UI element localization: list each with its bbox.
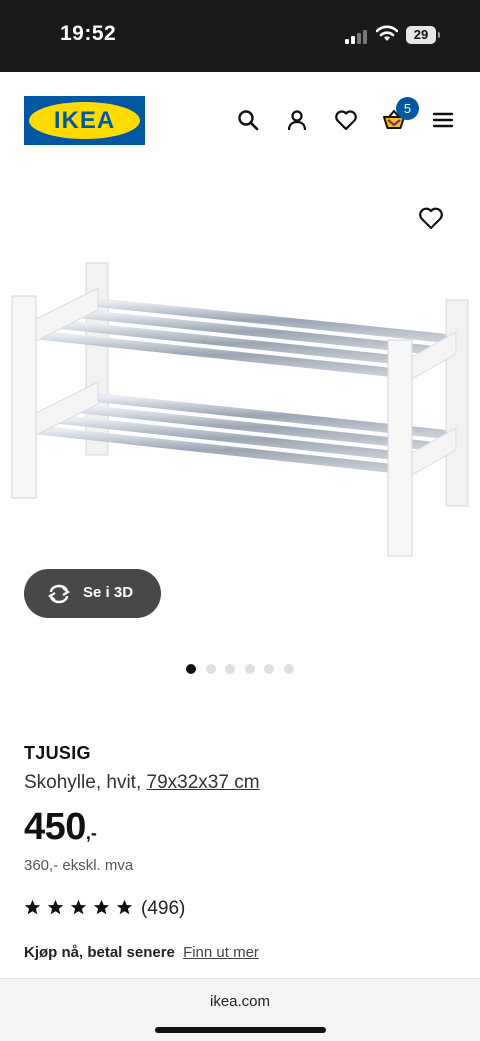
product-description: Skohylle, hvit, 79x32x37 cm — [24, 772, 260, 794]
carousel-dot-5[interactable] — [264, 664, 274, 674]
klarna-text: Kjøp nå, betal senere — [24, 944, 175, 961]
star-icon — [70, 899, 87, 915]
carousel-dot-4[interactable] — [245, 664, 255, 674]
shelf-product-image — [11, 262, 469, 557]
star-icon — [93, 899, 110, 915]
review-count[interactable]: (496) — [141, 898, 185, 920]
price-suffix: ,- — [85, 823, 97, 843]
klarna-info: Kjøp nå, betal senere Finn ut mer — [24, 944, 259, 961]
view-3d-label: Se i 3D — [83, 584, 134, 601]
heart-icon[interactable] — [334, 108, 358, 132]
status-time: 19:52 — [60, 22, 117, 45]
status-bar: 19:52 29 — [0, 0, 480, 72]
user-icon[interactable] — [285, 108, 309, 132]
home-indicator — [155, 1027, 326, 1033]
carousel-dot-3[interactable] — [225, 664, 235, 674]
price-excl-vat: 360,- ekskl. mva — [24, 857, 134, 874]
carousel-dots — [186, 664, 296, 674]
cart-count-badge: 5 — [396, 97, 419, 120]
search-icon[interactable] — [236, 108, 260, 132]
star-icon — [47, 899, 64, 915]
carousel-dot-6[interactable] — [284, 664, 294, 674]
product-type: Skohylle, hvit, — [24, 772, 142, 793]
star-icon — [24, 899, 41, 915]
wifi-icon — [376, 25, 398, 41]
battery-indicator: 29 — [406, 26, 436, 44]
rating[interactable]: (496) — [24, 897, 224, 921]
star-icon — [116, 899, 133, 915]
rotate-3d-icon — [48, 584, 70, 604]
site-header: IKEA — [0, 72, 480, 168]
view-3d-button[interactable]: Se i 3D — [24, 569, 161, 618]
product-price: 450,- — [24, 806, 97, 849]
logo-text: IKEA — [53, 107, 116, 134]
product-gallery[interactable]: Se i 3D — [0, 168, 480, 698]
carousel-dot-1[interactable] — [186, 664, 196, 674]
product-dimensions-link[interactable]: 79x32x37 cm — [147, 772, 260, 793]
klarna-learn-more-link[interactable]: Finn ut mer — [183, 944, 259, 961]
cellular-signal-icon — [345, 28, 369, 44]
menu-icon[interactable] — [431, 108, 455, 132]
carousel-dot-2[interactable] — [206, 664, 216, 674]
product-name: TJUSIG — [24, 743, 91, 763]
favorite-heart-icon[interactable] — [418, 206, 444, 230]
browser-address-bar[interactable]: ikea.com — [0, 978, 480, 1041]
battery-tip — [438, 32, 440, 38]
price-main: 450 — [24, 806, 86, 848]
url-text[interactable]: ikea.com — [0, 993, 480, 1010]
ikea-logo[interactable]: IKEA — [24, 96, 145, 145]
